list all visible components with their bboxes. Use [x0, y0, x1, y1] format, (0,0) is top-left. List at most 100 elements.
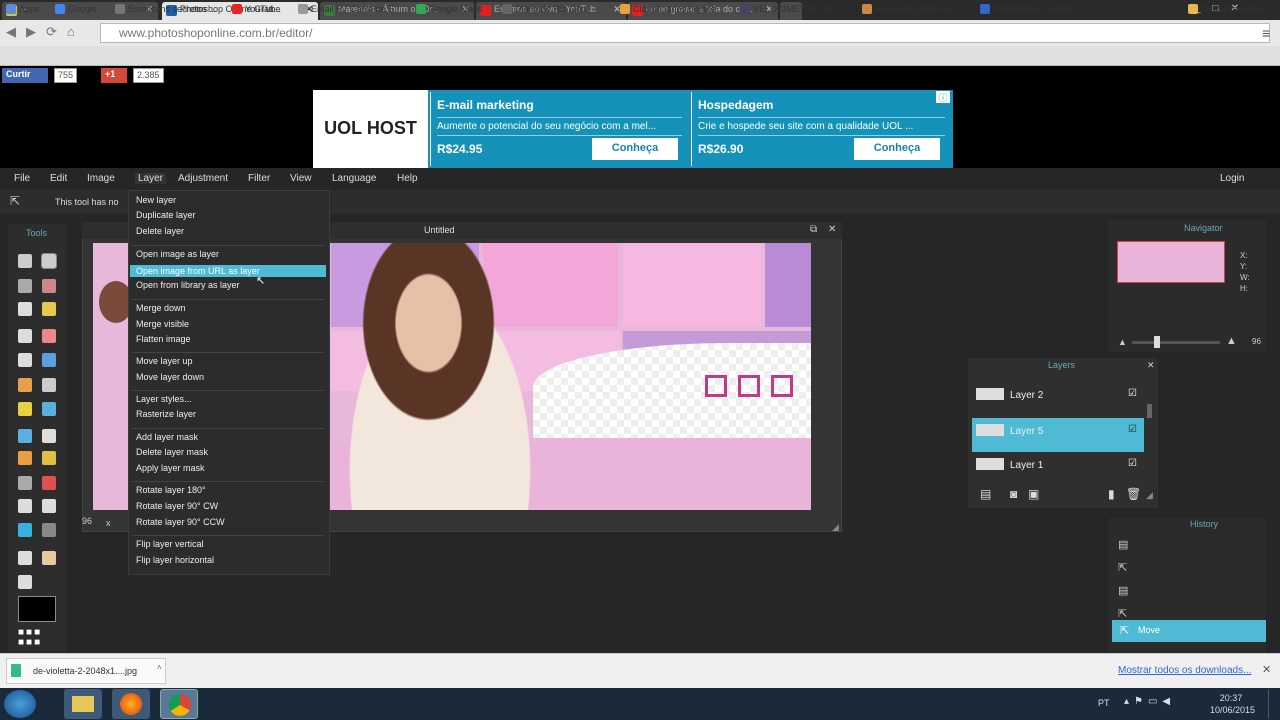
- menu-help[interactable]: Help: [397, 173, 418, 184]
- tray-icons[interactable]: ▴⚑▭◀: [1124, 696, 1175, 707]
- zoom-level[interactable]: 96: [82, 516, 92, 526]
- layer-menu-item[interactable]: Merge visible: [136, 319, 189, 329]
- layer-menu-item[interactable]: Add layer mask: [136, 432, 198, 442]
- address-bar[interactable]: www.photoshoponline.com.br/editor/: [100, 23, 1270, 43]
- layer-menu-item[interactable]: Delete layer mask: [136, 447, 208, 457]
- layer-mask-icon[interactable]: ◙: [1010, 487, 1017, 501]
- layer-menu-item[interactable]: Rotate layer 90° CCW: [136, 517, 225, 527]
- layer-menu-item[interactable]: Merge down: [136, 303, 186, 313]
- close-icon[interactable]: ✕: [828, 224, 836, 235]
- menu-layer[interactable]: Layer: [135, 173, 167, 184]
- bookmark-item[interactable]: Diário do Rio Doce -...: [502, 4, 604, 14]
- heal-tool-icon[interactable]: [18, 402, 32, 416]
- zoom-slider[interactable]: [1132, 341, 1220, 344]
- layer-menu-item[interactable]: Open image as layer: [136, 249, 219, 259]
- history-item-selected[interactable]: ⇱ Move: [1112, 620, 1266, 642]
- layer-menu-item[interactable]: Move layer down: [136, 372, 204, 382]
- spotheal-tool-icon[interactable]: [18, 499, 32, 513]
- marquee-tool-icon[interactable]: [18, 279, 32, 293]
- clock[interactable]: 20:37 10/06/2015: [1210, 692, 1255, 716]
- bookmark-item[interactable]: VELOCÍMETRO - R...: [740, 4, 841, 14]
- bookmark-item[interactable]: Anúncios grátis em ...: [862, 4, 962, 14]
- bookmark-item[interactable]: YouTube: [232, 4, 280, 14]
- navigator-thumbnail[interactable]: [1117, 241, 1225, 283]
- layer-menu-item[interactable]: Move layer up: [136, 356, 193, 366]
- layer-menu-item[interactable]: Rasterize layer: [136, 409, 196, 419]
- history-entries[interactable]: ▤ ⇱ ▤ ⇱: [1118, 534, 1128, 626]
- grid-icon[interactable]: ■■■ ■■■: [18, 628, 58, 650]
- navigator-zoom[interactable]: 96: [1252, 337, 1261, 346]
- gplus-button[interactable]: +1: [101, 68, 127, 83]
- maximize-icon[interactable]: ⧉: [810, 224, 817, 235]
- layer-menu-item[interactable]: Rotate layer 90° CW: [136, 501, 218, 511]
- layer-style-icon[interactable]: ▣: [1028, 487, 1039, 501]
- layer-visibility-checkbox[interactable]: ☑: [1128, 424, 1137, 435]
- layer-menu-item[interactable]: Flip layer vertical: [136, 539, 204, 549]
- new-layer-icon[interactable]: ▮: [1108, 487, 1115, 501]
- layer-menu-item[interactable]: Apply layer mask: [136, 463, 205, 473]
- layer-menu-item[interactable]: Delete layer: [136, 226, 184, 236]
- blur-tool-icon[interactable]: [18, 429, 32, 443]
- ad-conheca-button[interactable]: Conheça: [854, 138, 940, 160]
- bookmark-item[interactable]: Emoticons secretos ...: [115, 4, 217, 14]
- layer-menu-item[interactable]: Flip layer horizontal: [136, 555, 214, 565]
- uol-host-logo[interactable]: UOL HOST: [313, 90, 428, 168]
- ad-info-icon[interactable]: ⓘ: [936, 91, 950, 103]
- other-bookmarks[interactable]: Outros favoritos: [1188, 4, 1265, 14]
- color-swatch[interactable]: [18, 596, 56, 622]
- layer-menu-item[interactable]: Flatten image: [136, 334, 191, 344]
- clone-tool-icon[interactable]: [42, 378, 56, 392]
- move-tool-icon[interactable]: [41, 253, 57, 269]
- eraser-tool-icon[interactable]: [42, 329, 56, 343]
- ad-conheca-button[interactable]: Conheça: [592, 138, 678, 160]
- layer-visibility-checkbox[interactable]: ☑: [1128, 458, 1137, 469]
- zoom-slider-handle[interactable]: [1154, 336, 1160, 348]
- panel-resize-icon[interactable]: ◢: [1146, 490, 1153, 501]
- zoom-in-icon[interactable]: ▲: [1226, 335, 1237, 347]
- bookmark-item[interactable]: Email R7 Caixa de E...: [298, 4, 402, 14]
- chevron-up-icon[interactable]: ˄: [157, 663, 162, 672]
- bookmark-item[interactable]: Google Maps: [416, 4, 483, 14]
- menu-filter[interactable]: Filter: [248, 173, 270, 184]
- firefox-taskbar-icon[interactable]: [112, 689, 150, 719]
- trash-icon[interactable]: 🗑: [1126, 487, 1141, 501]
- layer-row[interactable]: Layer 1 ☑: [972, 452, 1144, 484]
- layer-menu-item[interactable]: Duplicate layer: [136, 210, 196, 220]
- gradient-tool-icon[interactable]: [42, 353, 56, 367]
- language-indicator[interactable]: PT: [1098, 698, 1110, 708]
- redeye-tool-icon[interactable]: [42, 476, 56, 490]
- wand-tool-icon[interactable]: [18, 302, 32, 316]
- download-item[interactable]: de-violetta-2-2048x1....jpg ˄: [6, 658, 166, 684]
- layer-row-selected[interactable]: Layer 5 ☑: [972, 418, 1144, 452]
- menu-image[interactable]: Image: [87, 173, 115, 184]
- bloat-tool-icon[interactable]: [42, 499, 56, 513]
- crop-tool-icon[interactable]: [18, 254, 32, 268]
- resize-handle-icon[interactable]: ◢: [832, 522, 839, 533]
- facebook-like-button[interactable]: Curtir: [2, 68, 48, 83]
- delete-layer-icon[interactable]: ▤: [980, 487, 991, 501]
- layer-menu-item[interactable]: Layer styles...: [136, 394, 192, 404]
- show-all-downloads-link[interactable]: Mostrar todos os downloads...: [1118, 665, 1251, 676]
- nav-buttons[interactable]: ◀▶⟳⌂: [6, 24, 96, 42]
- text-tool-icon[interactable]: [18, 551, 32, 565]
- burn-tool-icon[interactable]: [42, 451, 56, 465]
- explorer-taskbar-icon[interactable]: [64, 689, 102, 719]
- menu-adjustment[interactable]: Adjustment: [178, 173, 228, 184]
- menu-language[interactable]: Language: [332, 173, 377, 184]
- layer-menu-item-highlighted[interactable]: Open image from URL as layer: [130, 265, 326, 277]
- stamp-tool-icon[interactable]: [18, 378, 32, 392]
- bookmark-apps[interactable]: Apps: [6, 4, 40, 14]
- chrome-taskbar-icon[interactable]: [160, 689, 198, 719]
- drawing-tool-icon[interactable]: [42, 523, 56, 537]
- zoom-out-icon[interactable]: ▲: [1118, 337, 1127, 347]
- sponge-tool-icon[interactable]: [42, 429, 56, 443]
- zoom-close-icon[interactable]: x: [106, 518, 111, 528]
- layers-close-icon[interactable]: ✕: [1147, 360, 1155, 371]
- menu-view[interactable]: View: [290, 173, 312, 184]
- lasso-tool-icon[interactable]: [42, 279, 56, 293]
- layer-row[interactable]: Layer 2 ☑: [972, 380, 1144, 412]
- close-icon[interactable]: ✕: [1262, 663, 1271, 676]
- dodge-tool-icon[interactable]: [18, 451, 32, 465]
- layer-visibility-checkbox[interactable]: ☑: [1128, 388, 1137, 399]
- menu-file[interactable]: File: [14, 173, 30, 184]
